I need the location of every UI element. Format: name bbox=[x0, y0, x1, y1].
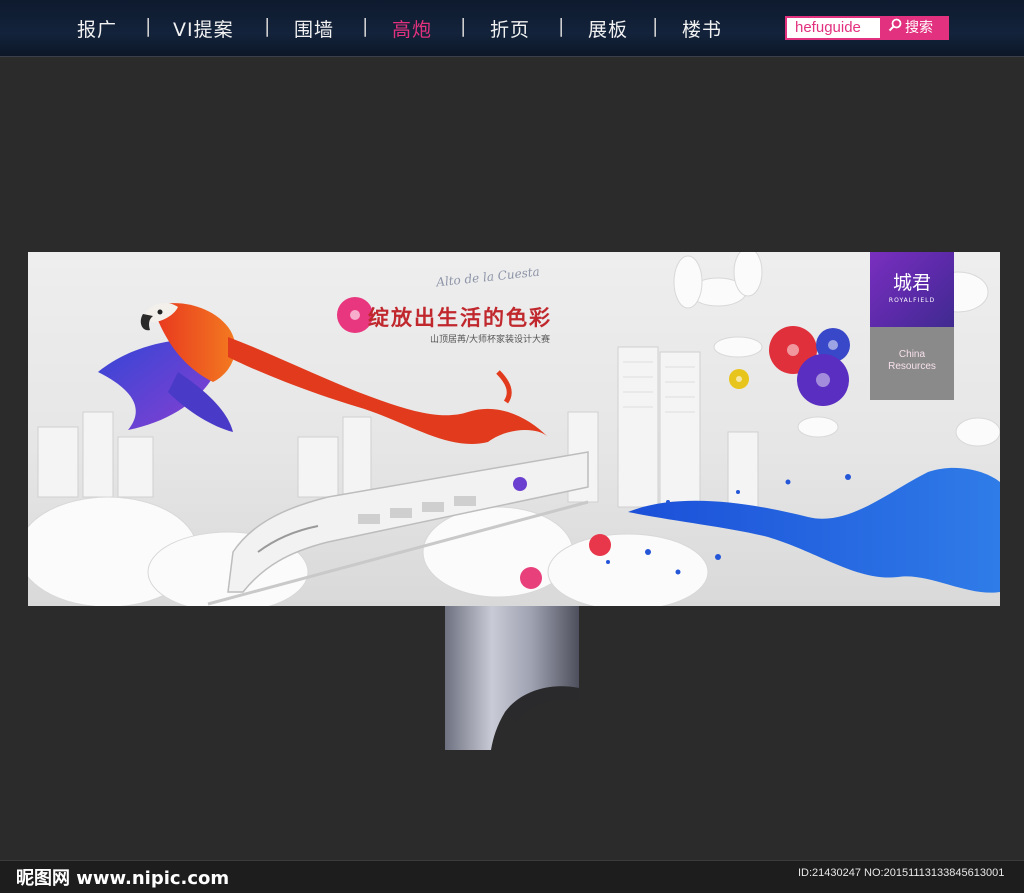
billboard-artwork: Alto de la Cuesta 绽放出生活的色彩 山顶居苒/大师杯家装设计大… bbox=[28, 252, 1000, 606]
rosette-icon bbox=[729, 369, 749, 389]
brand-sub-text: ROYALFIELD bbox=[888, 297, 936, 304]
image-id-text: ID:21430247 NO:20151113133845613001 bbox=[798, 867, 1005, 879]
rosette-icon bbox=[520, 567, 542, 589]
nipic-watermark-logo: 昵图网 www.nipic.com bbox=[16, 868, 230, 889]
billboard-headline: 绽放出生活的色彩 bbox=[368, 305, 552, 330]
rosette-icon bbox=[797, 354, 849, 406]
developer-panel: China Resources bbox=[870, 327, 954, 400]
watermark-footer: 昵图网 www.nipic.com ID:21430247 NO:2015111… bbox=[0, 860, 1024, 893]
rosette-icon bbox=[589, 534, 611, 556]
billboard-subhead: 山顶居苒/大师杯家装设计大赛 bbox=[430, 335, 551, 345]
rosette-icon bbox=[513, 477, 527, 491]
developer-name-line-2: Resources bbox=[888, 361, 936, 372]
brand-logo-panel: 城君 ROYALFIELD bbox=[870, 252, 954, 327]
developer-name-line-1: China bbox=[898, 349, 926, 360]
brand-logo: 城君 bbox=[892, 272, 931, 294]
